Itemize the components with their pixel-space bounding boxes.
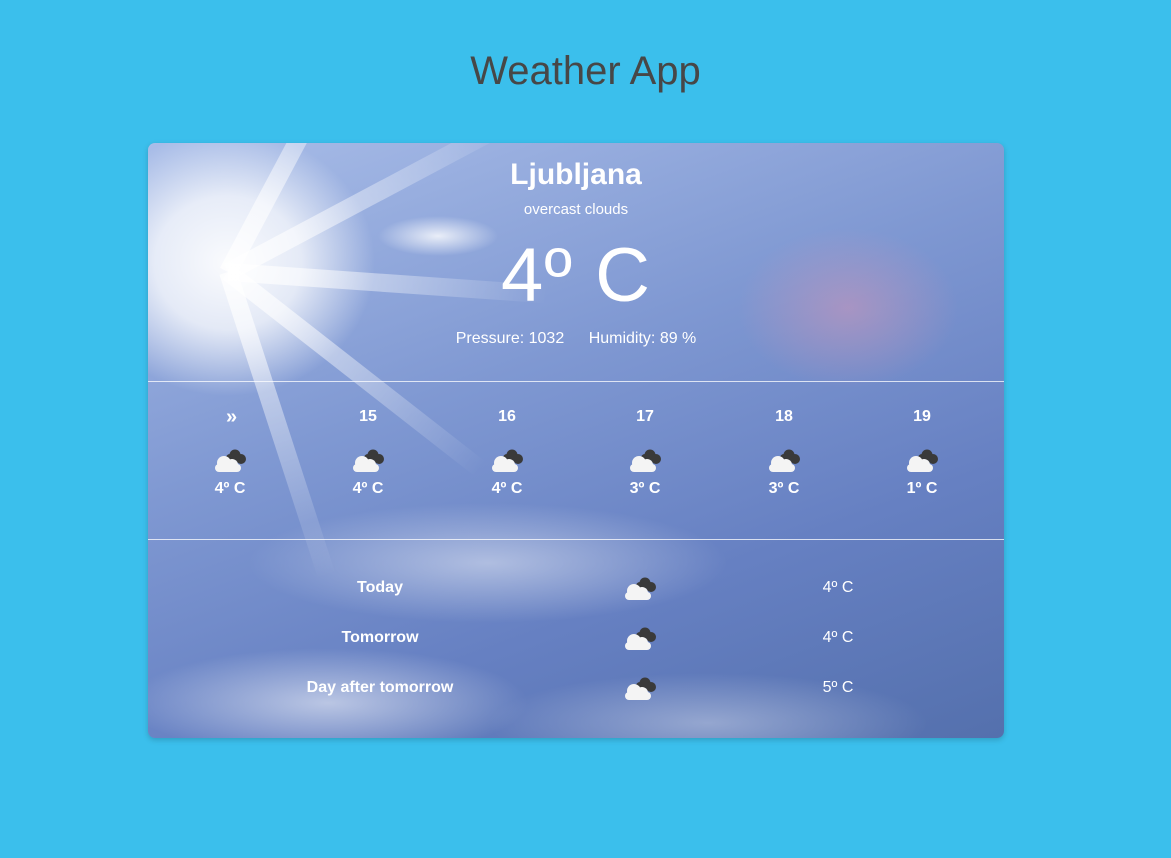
overcast-clouds-icon [621,621,659,655]
hourly-temperature: 3º C [629,480,661,497]
overcast-clouds-icon [298,443,438,479]
hourly-label: 19 [913,408,931,425]
hourly-label: 16 [498,408,516,425]
hourly-temperature: 4º C [214,480,246,497]
current-temperature: 4º C [500,233,652,318]
hourly-item: 17 3º C [575,405,715,499]
daily-temperature: 4º C [822,579,854,596]
hourly-item: 18 3º C [714,405,854,499]
current-details: Pressure: 1032 Humidity: 89 % [148,329,1004,349]
daily-temperature: 5º C [822,679,854,696]
daily-row: Tomorrow 4º C [148,618,1004,658]
city-name: Ljubljana [510,158,642,191]
daily-temperature: 4º C [822,629,854,646]
overcast-clouds-icon [160,443,300,479]
hourly-item: 16 4º C [437,405,577,499]
overcast-clouds-icon [437,443,577,479]
app-title: Weather App [470,49,701,93]
overcast-clouds-icon [621,671,659,705]
divider [148,381,1004,382]
humidity-value: Humidity: 89 % [588,330,697,347]
weather-description: overcast clouds [523,201,629,218]
pressure-value: Pressure: 1032 [455,330,565,347]
hourly-item-now[interactable]: » 4º C [160,405,300,499]
divider [148,539,1004,540]
hourly-label: 17 [636,408,654,425]
chevron-right-icon[interactable]: » [160,405,300,429]
hourly-item: 15 4º C [298,405,438,499]
overcast-clouds-icon [852,443,992,479]
daily-day-label: Today [357,579,403,596]
hourly-temperature: 3º C [768,480,800,497]
daily-row: Today 4º C [148,568,1004,608]
daily-day-label: Day after tomorrow [306,679,454,696]
hourly-temperature: 1º C [906,480,938,497]
hourly-label: 18 [775,408,793,425]
hourly-item: 19 1º C [852,405,992,499]
hourly-temperature: 4º C [491,480,523,497]
overcast-clouds-icon [575,443,715,479]
daily-day-label: Tomorrow [341,629,419,646]
hourly-temperature: 4º C [352,480,384,497]
overcast-clouds-icon [714,443,854,479]
hourly-forecast: » 4º C 15 4º C 16 4º C 17 3º C 18 3º C 1… [148,405,1004,515]
overcast-clouds-icon [621,571,659,605]
weather-card: Ljubljana overcast clouds 4º C Pressure:… [148,143,1004,738]
daily-row: Day after tomorrow 5º C [148,668,1004,708]
hourly-label: 15 [359,408,377,425]
